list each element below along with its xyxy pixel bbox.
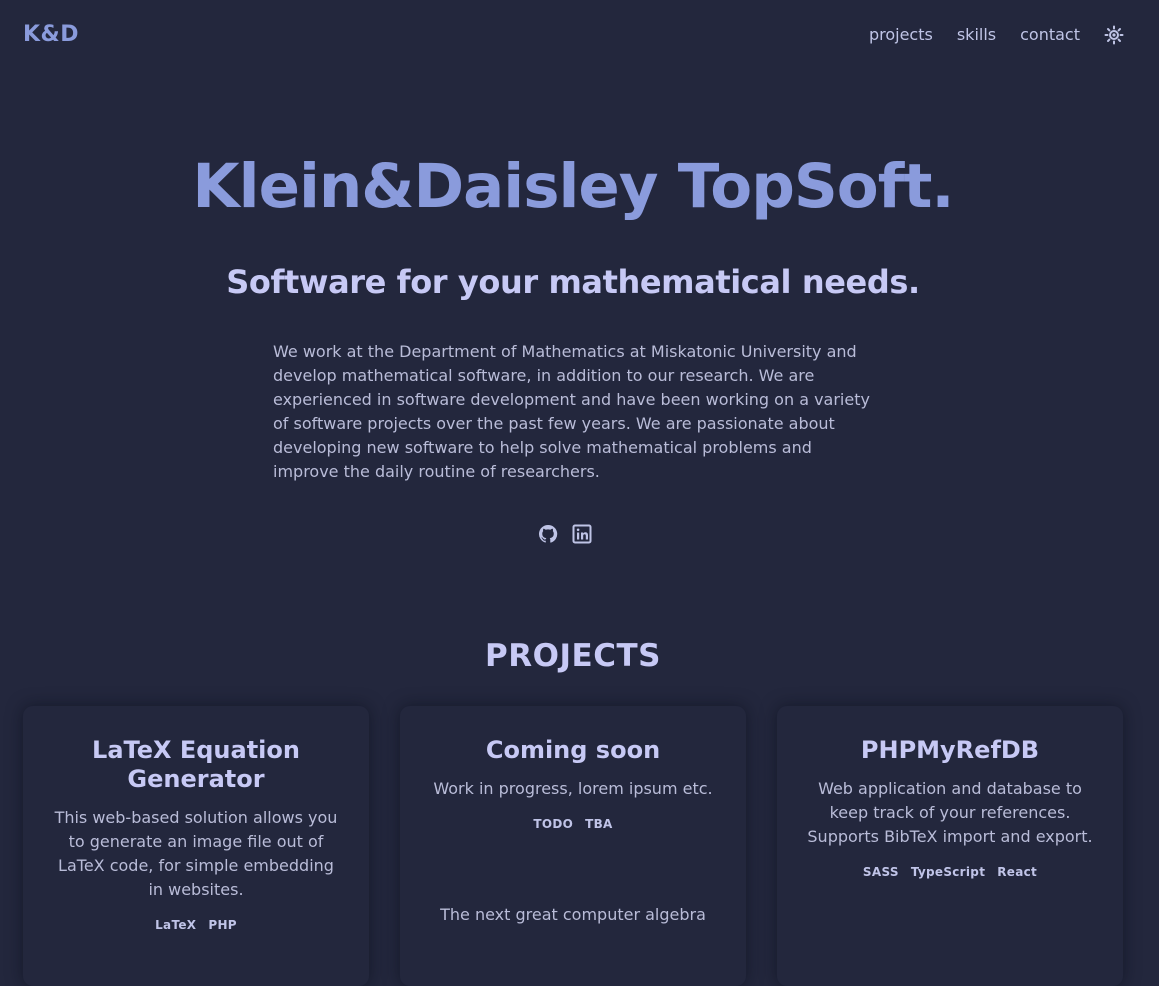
tag: TBA xyxy=(585,817,613,831)
project-tags: SASS TypeScript React xyxy=(803,865,1097,879)
site-header: K&D projects skills contact xyxy=(0,0,1159,70)
project-extra-text: The next great computer algebra xyxy=(440,905,706,924)
project-description: Web application and database to keep tra… xyxy=(807,779,1093,846)
tag: TODO xyxy=(533,817,574,831)
project-description: Work in progress, lorem ipsum etc. xyxy=(433,779,713,798)
hero-description: We work at the Department of Mathematics… xyxy=(273,342,870,481)
nav-link-projects[interactable]: projects xyxy=(869,24,933,46)
github-icon[interactable] xyxy=(538,524,558,544)
social-links xyxy=(538,524,592,544)
tag: React xyxy=(997,865,1038,879)
hero-title: Klein&Daisley TopSoft. xyxy=(192,151,954,222)
linkedin-icon[interactable] xyxy=(572,524,592,544)
project-card[interactable]: Coming soon Work in progress, lorem ipsu… xyxy=(400,706,746,986)
nav-link-skills[interactable]: skills xyxy=(957,24,996,46)
project-title: Coming soon xyxy=(485,736,661,764)
main-nav: projects skills contact xyxy=(845,24,1124,46)
tag: LaTeX xyxy=(155,918,197,932)
tag: TypeScript xyxy=(910,865,986,879)
tag: PHP xyxy=(208,918,237,932)
nav-link-contact[interactable]: contact xyxy=(1020,24,1080,46)
hero-subtitle: Software for your mathematical needs. xyxy=(226,263,920,301)
project-description: This web-based solution allows you to ge… xyxy=(54,808,338,899)
sun-icon[interactable] xyxy=(1104,25,1124,45)
project-card[interactable]: LaTeX Equation Generator This web-based … xyxy=(23,706,369,986)
project-title: LaTeX Equation Generator xyxy=(92,736,300,793)
project-card[interactable]: PHPMyRefDB Web application and database … xyxy=(777,706,1123,986)
project-tags: TODO TBA xyxy=(426,817,720,831)
project-title: PHPMyRefDB xyxy=(860,736,1040,764)
projects-grid: LaTeX Equation Generator This web-based … xyxy=(23,706,1123,986)
tag: SASS xyxy=(862,865,899,879)
projects-section-title: PROJECTS xyxy=(485,638,661,674)
project-tags: LaTeX PHP xyxy=(49,918,343,932)
logo[interactable]: K&D xyxy=(23,22,79,47)
